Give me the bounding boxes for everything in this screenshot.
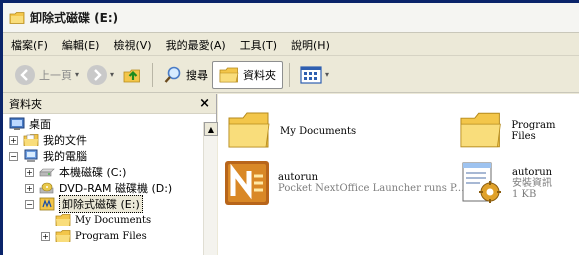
file-name: autorun: [512, 166, 553, 178]
file-size: 1 KB: [512, 188, 537, 200]
views-grid-icon: [300, 65, 322, 84]
menu-help[interactable]: 說明(H): [291, 37, 330, 53]
views-button[interactable]: ▾: [296, 61, 333, 89]
views-dropdown-icon[interactable]: ▾: [325, 70, 329, 79]
expand-icon[interactable]: +: [25, 167, 34, 177]
tree-scrollbar[interactable]: ▲: [203, 122, 218, 255]
folders-pane-header: 資料夾 ×: [3, 94, 216, 114]
removable-drive-icon: [9, 11, 25, 24]
folder-tree: 桌面 + 我的文件 − 我的電腦 + 本機磁碟 (C:) + DVD-RAM 磁…: [3, 117, 203, 255]
tree-item-my-computer[interactable]: − 我的電腦: [9, 148, 87, 164]
menu-favorites[interactable]: 我的最愛(A): [166, 37, 226, 53]
collapse-icon[interactable]: −: [25, 199, 34, 209]
folders-label: 資料夾: [243, 68, 277, 82]
folders-pane: 資料夾 × 桌面 + 我的文件 − 我的電腦 + 本機磁碟 (C:) + DVD…: [3, 94, 218, 255]
toolbar: 上一頁 ▾ ▾ 搜尋 資料夾 ▾: [3, 57, 579, 93]
search-button[interactable]: 搜尋: [159, 61, 212, 89]
toolbar-separator: [289, 62, 291, 87]
collapse-icon[interactable]: −: [9, 151, 18, 161]
folder-icon: [55, 214, 71, 226]
file-list: My Documents Program Files autorun Pocke…: [218, 94, 579, 255]
file-item-my-documents[interactable]: My Documents: [226, 108, 356, 154]
tree-item-sub-my-documents[interactable]: My Documents: [55, 212, 151, 228]
up-folder-icon: [123, 69, 140, 82]
folder-icon: [55, 230, 71, 242]
folders-pane-title: 資料夾: [9, 97, 42, 111]
tree-item-desktop[interactable]: 桌面: [9, 116, 51, 132]
tree-item-local-disk-c[interactable]: + 本機磁碟 (C:): [25, 164, 126, 180]
file-type: 安裝資訊: [512, 177, 552, 189]
search-label: 搜尋: [186, 68, 209, 82]
documents-icon: [23, 134, 39, 146]
forward-arrow-icon: [87, 64, 108, 85]
menu-file[interactable]: 檔案(F): [11, 37, 48, 53]
scroll-up-icon[interactable]: ▲: [204, 122, 218, 136]
forward-dropdown-icon[interactable]: ▾: [110, 70, 114, 79]
back-arrow-icon: [15, 64, 35, 85]
folders-button[interactable]: 資料夾: [212, 60, 284, 89]
file-name: autorun: [278, 172, 319, 183]
computer-icon: [24, 149, 38, 162]
title-bar: 卸除式磁碟 (E:): [3, 3, 579, 33]
back-button[interactable]: 上一頁 ▾: [11, 61, 83, 89]
menu-view[interactable]: 檢視(V): [113, 37, 151, 53]
removable-drive-icon: [39, 197, 55, 211]
menu-bar: 檔案(F) 編輯(E) 檢視(V) 我的最愛(A) 工具(T) 說明(H): [3, 34, 579, 56]
menu-tools[interactable]: 工具(T): [240, 37, 277, 53]
file-item-autorun-setup[interactable]: autorun 安裝資訊 1 KB: [458, 160, 552, 206]
tree-item-dvd-drive-d[interactable]: + DVD-RAM 磁碟機 (D:): [25, 180, 172, 196]
folder-icon: [460, 112, 501, 148]
back-label: 上一頁: [39, 68, 72, 82]
dvd-drive-icon: [39, 182, 54, 194]
toolbar-separator: [152, 62, 154, 87]
nextoffice-app-icon: [225, 161, 269, 205]
desktop-icon: [9, 117, 25, 130]
search-icon: [164, 66, 181, 83]
setup-info-icon: [462, 162, 501, 203]
hard-drive-icon: [39, 168, 55, 177]
up-folder-button[interactable]: [118, 61, 146, 89]
file-item-program-files[interactable]: Program Files: [458, 108, 579, 154]
file-item-autorun-app[interactable]: autorun Pocket NextOffice Launcher runs …: [224, 160, 464, 206]
close-icon[interactable]: ×: [199, 96, 210, 111]
menu-edit[interactable]: 編輯(E): [62, 37, 100, 53]
file-name: My Documents: [280, 125, 357, 137]
expand-icon[interactable]: +: [41, 231, 50, 241]
folder-icon: [228, 112, 270, 148]
expand-icon[interactable]: +: [9, 135, 18, 145]
file-name: Program Files: [511, 120, 556, 142]
folder-icon: [219, 67, 239, 82]
window-title: 卸除式磁碟 (E:): [30, 11, 119, 25]
tree-item-removable-disk-e[interactable]: − 卸除式磁碟 (E:): [25, 195, 143, 213]
window-frame: 卸除式磁碟 (E:) 檔案(F) 編輯(E) 檢視(V) 我的最愛(A) 工具(…: [0, 0, 579, 255]
back-dropdown-icon[interactable]: ▾: [75, 70, 79, 79]
expand-icon[interactable]: +: [25, 183, 34, 193]
tree-item-sub-program-files[interactable]: + Program Files: [41, 228, 147, 244]
forward-button[interactable]: ▾: [83, 61, 118, 89]
tree-item-my-documents[interactable]: + 我的文件: [9, 132, 87, 148]
file-description: Pocket NextOffice Launcher runs P...: [278, 183, 465, 194]
